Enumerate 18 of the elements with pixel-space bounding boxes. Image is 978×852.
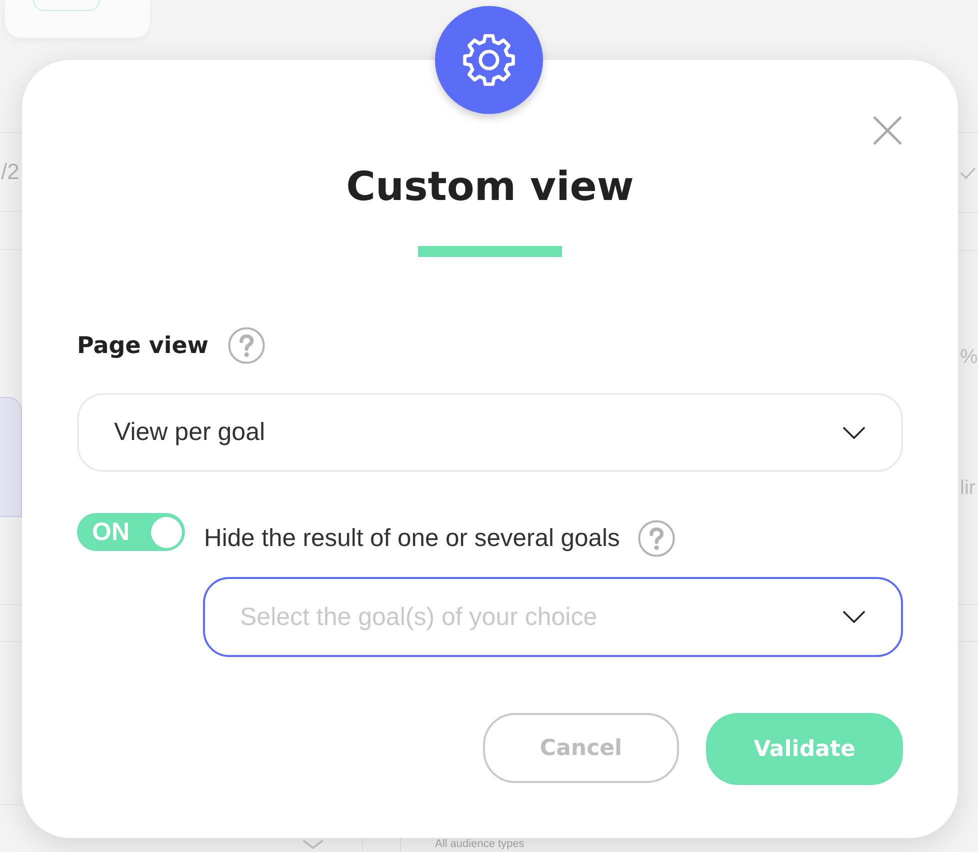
toggle-switch[interactable]: ON [77, 513, 185, 551]
help-icon[interactable] [638, 520, 675, 557]
field-label: Page view [77, 332, 209, 360]
close-icon[interactable] [872, 115, 903, 146]
help-icon[interactable] [228, 327, 265, 364]
page-view-select[interactable]: View per goal [77, 393, 903, 472]
percent-text: % [959, 347, 978, 367]
validate-button[interactable]: Validate [706, 713, 903, 785]
chevron-icon [843, 426, 865, 438]
toggle-label: Hide the result of one or several goals [204, 524, 620, 554]
chevron-icon [303, 840, 323, 849]
outline-button[interactable] [33, 0, 100, 11]
dialog-title: Custom view [346, 163, 634, 211]
check-icon [960, 166, 976, 178]
chevron-icon [843, 611, 865, 623]
cell-text: /2 [0, 161, 20, 183]
cancel-button[interactable]: Cancel [483, 713, 679, 783]
filter-label: All audience types [435, 838, 524, 850]
